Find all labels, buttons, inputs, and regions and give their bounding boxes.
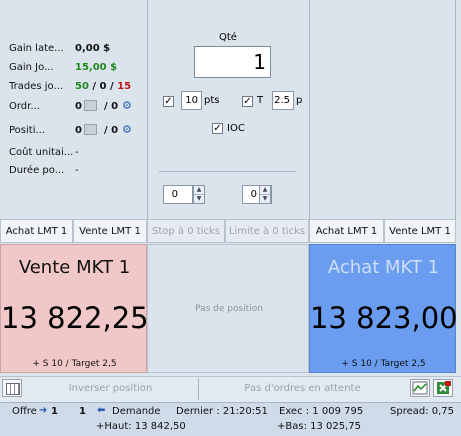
ordres-val2-wrap: / 0 bbox=[104, 101, 118, 112]
divider bbox=[159, 171, 296, 172]
gear-icon[interactable]: ⚙ bbox=[122, 99, 132, 112]
close-positions-icon[interactable] bbox=[84, 124, 97, 135]
target-input[interactable]: 2.5 bbox=[272, 91, 294, 110]
buy-market-title: Achat MKT 1 bbox=[327, 257, 440, 278]
vente-lmt-right-button[interactable]: Vente LMT 1 bbox=[384, 219, 456, 243]
no-position-text: Pas de position bbox=[195, 304, 263, 314]
exec-text: Exec : 1 009 795 bbox=[279, 406, 364, 417]
buy-market-button[interactable]: Achat MKT 1 13 823,00 + S 10 / Target 2,… bbox=[309, 244, 458, 373]
target-checkbox[interactable]: ✓ bbox=[242, 96, 253, 107]
buy-footer: + S 10 / Target 2,5 bbox=[341, 359, 426, 369]
target-unit-label: p bbox=[296, 95, 303, 106]
positions-label: Positi... bbox=[9, 125, 46, 136]
offre-value: 1 bbox=[51, 406, 58, 417]
inverse-position-button[interactable]: Inverser position bbox=[24, 378, 197, 400]
demande-label: Demande bbox=[112, 406, 161, 417]
grid-icon[interactable] bbox=[2, 379, 22, 397]
limit-zero-button[interactable]: Limite à 0 ticks bbox=[225, 219, 309, 243]
gain-jour-value: 15,00 $ bbox=[75, 62, 118, 73]
arrow-right-icon: ➜ bbox=[39, 405, 48, 416]
chart-icon[interactable] bbox=[410, 379, 430, 397]
offset-left-spinner[interactable]: ▲ ▼ bbox=[193, 185, 205, 204]
trades-label: Trades jo... bbox=[9, 81, 64, 92]
export-excel-icon[interactable] bbox=[433, 379, 453, 397]
trades-val2: 0 bbox=[99, 81, 107, 92]
buy-price: 13 823,00 bbox=[310, 301, 458, 335]
quantity-input[interactable]: 1 bbox=[194, 46, 271, 78]
cout-value: - bbox=[75, 147, 79, 158]
sell-footer: + S 10 / Target 2,5 bbox=[32, 359, 117, 369]
dernier-text: Dernier : 21:20:51 bbox=[176, 406, 268, 417]
bas-text: +Bas: 13 025,75 bbox=[277, 421, 362, 432]
qty-label: Qté bbox=[219, 32, 237, 43]
target-label: T bbox=[257, 95, 264, 106]
vente-lmt-left-button[interactable]: Vente LMT 1 bbox=[73, 219, 147, 243]
achat-lmt-left-button[interactable]: Achat LMT 1 bbox=[0, 219, 73, 243]
stop-unit-label: pts bbox=[204, 95, 220, 106]
gain-latent-label: Gain late... bbox=[9, 43, 64, 54]
sell-price: 13 822,25 bbox=[1, 301, 149, 335]
stop-zero-button[interactable]: Stop à 0 ticks bbox=[147, 219, 225, 243]
offset-right-spinner[interactable]: ▲ ▼ bbox=[259, 185, 271, 204]
positions-val1: 0 bbox=[75, 125, 82, 136]
trades-val3: 15 bbox=[117, 81, 132, 92]
trades-val1: 50 bbox=[75, 81, 89, 92]
gear-icon[interactable]: ⚙ bbox=[122, 123, 132, 136]
ordres-label: Ordr... bbox=[9, 101, 40, 112]
stop-points-input[interactable]: 10 bbox=[181, 91, 202, 110]
duree-label: Durée po... bbox=[9, 165, 65, 176]
trades-values: 50 / 0 / 15 bbox=[75, 81, 131, 92]
gain-jour-label: Gain Jo... bbox=[9, 62, 54, 73]
duree-value: - bbox=[75, 165, 79, 176]
ioc-checkbox[interactable]: ✓ bbox=[212, 123, 223, 134]
arrow-left-icon: ⬅ bbox=[97, 405, 106, 416]
right-top-panel bbox=[309, 0, 461, 219]
cancel-orders-icon[interactable] bbox=[84, 100, 97, 111]
position-panel: Pas de position bbox=[147, 244, 309, 373]
demande-value: 1 bbox=[79, 406, 86, 417]
ordres-val2: 0 bbox=[111, 101, 119, 112]
gain-latent-value: 0,00 $ bbox=[75, 43, 111, 54]
achat-lmt-right-button[interactable]: Achat LMT 1 bbox=[309, 219, 384, 243]
cout-label: Coût unitai... bbox=[9, 147, 74, 158]
offre-label: Offre bbox=[12, 406, 37, 417]
sell-market-title: Vente MKT 1 bbox=[18, 257, 131, 278]
trades-sep1: / bbox=[88, 81, 100, 92]
offset-left-input[interactable]: 0 bbox=[163, 185, 193, 204]
ioc-label: IOC bbox=[227, 123, 245, 134]
sell-market-button[interactable]: Vente MKT 1 13 822,25 + S 10 / Target 2,… bbox=[0, 244, 149, 373]
haut-text: +Haut: 13 842,50 bbox=[96, 421, 186, 432]
pending-orders-button[interactable]: Pas d'ordres en attente bbox=[199, 378, 406, 400]
positions-val2-wrap: / 0 bbox=[104, 125, 118, 136]
ordres-val1: 0 bbox=[75, 101, 82, 112]
spread-text: Spread: 0,75 bbox=[390, 406, 455, 417]
trades-sep2: / bbox=[106, 81, 118, 92]
positions-val2: 0 bbox=[111, 125, 119, 136]
stop-checkbox[interactable]: ✓ bbox=[163, 96, 174, 107]
